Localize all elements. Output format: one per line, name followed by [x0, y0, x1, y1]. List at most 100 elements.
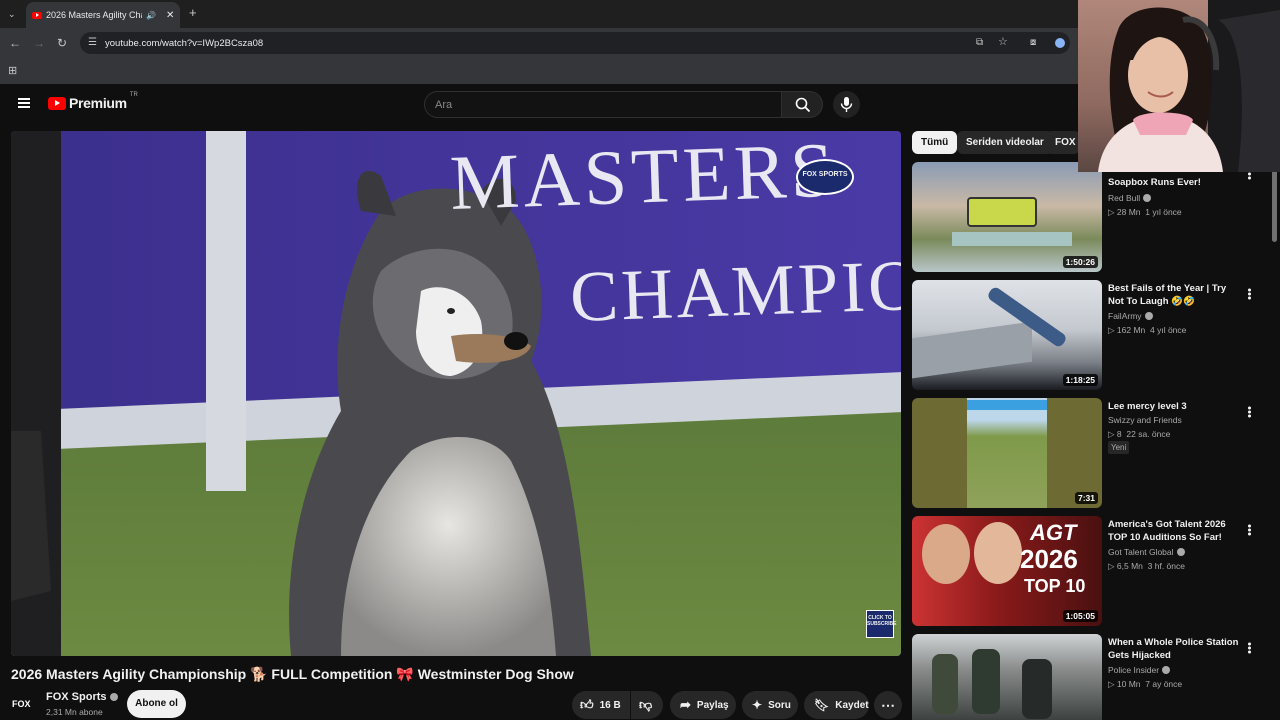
verified-icon	[1176, 548, 1185, 556]
recommendation-item[interactable]: When a Whole Police Station Gets Hijacke…	[912, 634, 1272, 720]
banner-line-1: MASTERS	[449, 131, 840, 226]
install-app-icon[interactable]: ⧉	[976, 37, 983, 49]
recommendation-item[interactable]: AGT 2026 TOP 10 1:05:05 America's Got Ta…	[912, 516, 1272, 628]
channel-name: Got Talent Global	[1108, 547, 1185, 557]
more-horizontal-icon: ⋯	[881, 696, 895, 713]
back-icon[interactable]: ←	[9, 37, 21, 49]
agt-year-text: 2026	[1020, 544, 1078, 574]
tab-close-icon[interactable]: ✕	[166, 10, 174, 21]
subscribe-button[interactable]: Abone ol	[127, 690, 186, 718]
verified-icon	[1143, 194, 1152, 202]
video-title: Lee mercy level 3	[1108, 401, 1187, 412]
chip-fox[interactable]: FOX S	[1046, 131, 1080, 154]
banner-line-2: CHAMPIO	[569, 245, 901, 337]
video-meta: ▷ 8 22 sa. önce	[1108, 429, 1171, 439]
save-label: Kaydet	[835, 699, 869, 711]
verified-icon	[1162, 666, 1171, 674]
chip-series[interactable]: Seriden videolar	[957, 131, 1053, 154]
youtube-play-logo-icon	[48, 96, 66, 110]
video-thumbnail[interactable]: 1:18:25	[912, 280, 1102, 390]
url-text: youtube.com/watch?v=IWp2BCsza08	[105, 37, 264, 49]
verified-icon	[109, 693, 118, 701]
new-tab-icon[interactable]: +	[189, 6, 197, 19]
recommendation-item[interactable]: 1:18:25 Best Fails of the Year | Try Not…	[912, 280, 1272, 392]
like-count: 16 B	[599, 699, 621, 711]
new-badge: Yeni	[1108, 441, 1130, 454]
speaker-icon: 🔊	[146, 10, 156, 20]
forward-icon[interactable]: →	[33, 37, 45, 49]
reload-icon[interactable]: ↻	[57, 37, 67, 49]
video-player[interactable]: MASTERS CHAMPIO FOX SPORTS CLICK TO SUBS…	[11, 131, 901, 656]
search-icon	[795, 97, 811, 113]
sidebar-scrollbar[interactable]	[1272, 162, 1277, 242]
like-button[interactable]: 👍︎ 16 B	[572, 691, 630, 719]
video-meta: ▷ 6,5 Mn 3 hf. önce	[1108, 561, 1185, 571]
channel-name[interactable]: FOX Sports	[46, 691, 118, 703]
ask-button[interactable]: ✦ Soru	[742, 691, 798, 719]
agt-top10-text: TOP 10	[1024, 576, 1086, 596]
profile-icon[interactable]	[1055, 38, 1065, 48]
channel-name: Red Bull	[1108, 193, 1152, 203]
share-label: Paylaş	[696, 699, 729, 711]
video-duration: 1:05:05	[1062, 610, 1098, 622]
ask-label: Soru	[768, 699, 791, 711]
apps-grid-icon[interactable]: ⊞	[8, 65, 17, 77]
video-duration: 7:31	[1074, 492, 1098, 504]
more-vert-icon[interactable]	[1248, 406, 1251, 418]
chip-all[interactable]: Tümü	[912, 131, 958, 154]
video-meta: ▷ 162 Mn 4 yıl önce	[1108, 325, 1187, 335]
agt-logo-text: AGT	[1030, 520, 1077, 545]
channel-name: Police Insider	[1108, 665, 1171, 675]
thumbs-down-icon: 👎︎	[639, 697, 653, 712]
youtube-logo[interactable]: Premium TR	[48, 92, 138, 111]
dislike-button[interactable]: 👎︎	[631, 691, 663, 719]
video-duration: 1:18:25	[1062, 374, 1098, 386]
webcam-image	[1098, 0, 1280, 172]
logo-region: TR	[129, 92, 138, 98]
video-thumbnail[interactable]	[912, 634, 1102, 720]
video-meta: ▷ 28 Mn 1 yıl önce	[1108, 207, 1182, 217]
tab-title: 2026 Masters Agility Champ	[46, 10, 142, 20]
extensions-icon[interactable]: ⧇	[1030, 37, 1036, 49]
share-icon: ➦	[680, 697, 691, 712]
tab-search-icon[interactable]: ⌄	[8, 8, 16, 20]
logo-text: Premium	[69, 95, 127, 111]
recommendation-item[interactable]: 1:50:26 Soapbox Runs Ever! Red Bull ▷ 28…	[912, 162, 1272, 274]
voice-search-button[interactable]	[833, 91, 860, 118]
video-frame: MASTERS CHAMPIO	[11, 131, 901, 656]
more-vert-icon[interactable]	[1248, 642, 1251, 654]
recommendation-item[interactable]: 7:31 Lee mercy level 3 Swizzy and Friend…	[912, 398, 1272, 510]
address-bar[interactable]: ☰ youtube.com/watch?v=IWp2BCsza08 ⧉ ☆	[80, 32, 1070, 54]
more-vert-icon[interactable]	[1248, 524, 1251, 536]
video-title: When a Whole Police Station Gets Hijacke…	[1108, 637, 1239, 661]
bookmark-star-icon[interactable]: ☆	[998, 36, 1008, 48]
more-vert-icon[interactable]	[1248, 288, 1251, 300]
search-input[interactable]: Ara	[424, 91, 782, 118]
menu-icon[interactable]	[18, 98, 30, 108]
video-duration: 1:50:26	[1062, 256, 1098, 268]
video-title: 2026 Masters Agility Championship 🐕 FULL…	[11, 666, 574, 682]
thumbs-up-icon: 👍︎	[580, 697, 594, 712]
bookmark-icon: 🔖︎	[814, 698, 830, 712]
video-thumbnail[interactable]: AGT 2026 TOP 10 1:05:05	[912, 516, 1102, 626]
subscriber-count: 2,31 Mn abone	[46, 707, 103, 717]
channel-name: Swizzy and Friends	[1108, 415, 1182, 425]
browser-tab[interactable]: 2026 Masters Agility Champ 🔊 ✕	[26, 2, 180, 28]
site-info-icon[interactable]: ☰	[88, 37, 97, 49]
video-thumbnail[interactable]: 1:50:26	[912, 162, 1102, 272]
save-button[interactable]: 🔖︎ Kaydet	[804, 691, 869, 719]
fox-sports-watermark: FOX SPORTS	[796, 159, 854, 195]
video-thumbnail[interactable]: 7:31	[912, 398, 1102, 508]
more-actions-button[interactable]: ⋯	[874, 691, 902, 719]
channel-avatar[interactable]: FOX	[12, 692, 38, 716]
channel-name: FailArmy	[1108, 311, 1153, 321]
video-title: America's Got Talent 2026 TOP 10 Auditio…	[1108, 519, 1226, 543]
click-to-subscribe-badge[interactable]: CLICK TO SUBSCRIBE	[866, 610, 896, 638]
youtube-favicon-icon	[32, 11, 42, 19]
search-button[interactable]	[781, 91, 823, 118]
webcam-overlay	[1078, 0, 1280, 172]
channel-name-text: FOX Sports	[46, 691, 107, 703]
share-button[interactable]: ➦ Paylaş	[670, 691, 736, 719]
video-meta: ▷ 10 Mn 7 ay önce	[1108, 679, 1183, 689]
sparkle-icon: ✦	[752, 698, 763, 712]
